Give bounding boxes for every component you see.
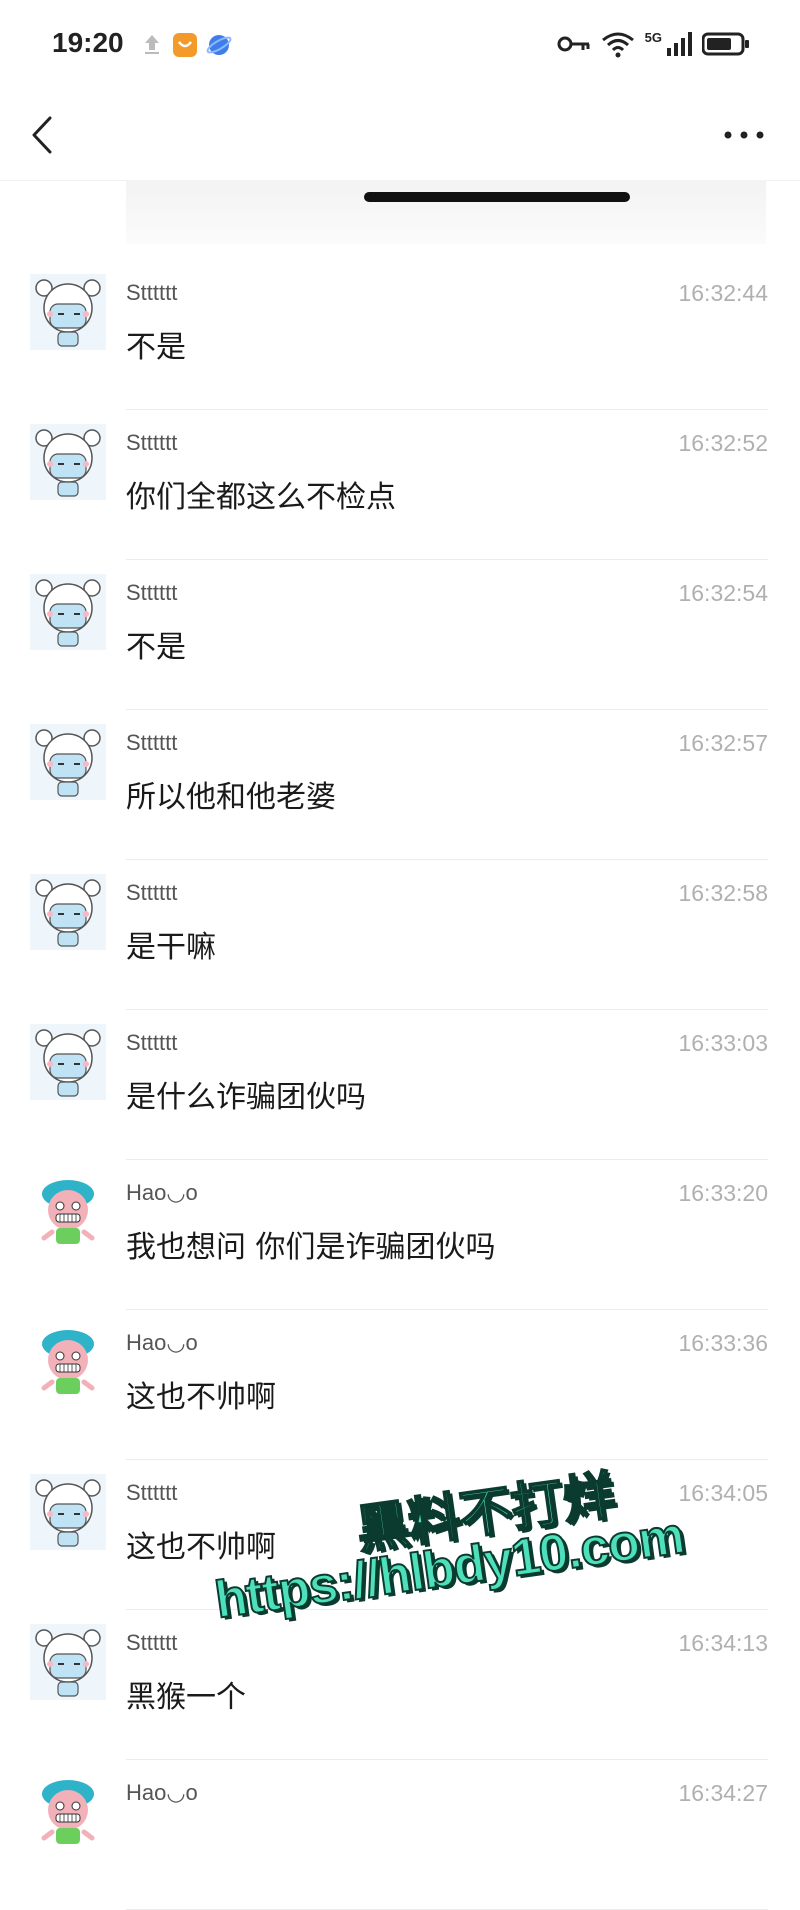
bear-avatar[interactable] [30,1474,106,1550]
bear-avatar[interactable] [30,874,106,950]
message-row[interactable]: Stttttt 16:32:52 你们全都这么不检点 [0,410,800,560]
message-row[interactable]: Hao◡o 16:33:20 我也想问 你们是诈骗团伙吗 [0,1160,800,1310]
message-time: 16:32:44 [678,280,768,306]
message-time: 16:32:57 [678,730,768,756]
message-time: 16:34:13 [678,1630,768,1656]
bear-avatar[interactable] [30,274,106,350]
message-row[interactable]: Stttttt 16:34:13 黑猴一个 [0,1610,800,1760]
network-label: 5G [644,30,662,45]
browser-icon [206,35,232,55]
sender-name: Stttttt [126,280,178,305]
message-row[interactable]: Stttttt 16:32:57 所以他和他老婆 [0,710,800,860]
bear-avatar[interactable] [30,1024,106,1100]
bear-avatar[interactable] [30,574,106,650]
message-row[interactable]: Stttttt 16:34:05 这也不帅啊 [0,1460,800,1610]
sender-name: Hao◡o [126,1330,198,1355]
battery-icon [702,32,749,56]
message-row[interactable]: Hao◡o 16:33:36 这也不帅啊 [0,1310,800,1460]
message-row[interactable]: Stttttt 16:32:44 不是 [0,260,800,410]
message-text[interactable]: 所以他和他老婆 [126,772,336,816]
app-notification-icon [173,33,197,57]
sender-name: Stttttt [126,880,178,905]
message-time: 16:33:36 [678,1330,768,1356]
message-list[interactable]: Stttttt 16:32:44 不是 Stttttt 16:32:52 你们全… [0,260,800,1910]
bear-avatar[interactable] [30,1624,106,1700]
message-time: 16:32:52 [678,430,768,456]
cartoon-avatar[interactable] [30,1774,106,1850]
bear-avatar[interactable] [30,424,106,500]
sender-name: Stttttt [126,430,178,455]
sheet-header [126,180,766,244]
key-icon [557,36,590,52]
chevron-left-icon [32,116,52,154]
sender-name: Hao◡o [126,1780,198,1805]
message-time: 16:32:54 [678,580,768,606]
message-time: 16:34:05 [678,1480,768,1506]
status-time: 19:20 [52,27,124,58]
message-time: 16:32:58 [678,880,768,906]
message-text[interactable]: 这也不帅啊 [126,1372,276,1416]
cellular-signal-icon [667,32,692,56]
message-row[interactable]: Stttttt 16:32:58 是干嘛 [0,860,800,1010]
sender-name: Hao◡o [126,1180,198,1205]
drag-handle[interactable] [364,192,630,202]
wifi-icon [601,32,634,58]
message-text[interactable]: 是干嘛 [126,922,216,966]
back-button[interactable] [24,110,64,160]
status-bar: 19:20 5G [0,0,800,90]
more-options-button[interactable] [720,120,770,150]
message-row[interactable]: Stttttt 16:32:54 不是 [0,560,800,710]
sender-name: Stttttt [126,730,178,755]
message-text[interactable]: 不是 [126,622,186,666]
message-time: 16:34:27 [678,1780,768,1806]
sender-name: Stttttt [126,1030,178,1055]
message-text[interactable]: 是什么诈骗团伙吗 [126,1072,366,1116]
sender-name: Stttttt [126,1480,178,1505]
message-time: 16:33:03 [678,1030,768,1056]
sender-name: Stttttt [126,580,178,605]
status-right-icons: 5G [557,30,750,58]
sender-name: Stttttt [126,1630,178,1655]
message-text[interactable]: 这也不帅啊 [126,1522,276,1566]
bear-avatar[interactable] [30,724,106,800]
message-row[interactable]: Hao◡o 16:34:27 [0,1760,800,1910]
message-text[interactable]: 你们全都这么不检点 [126,472,396,516]
top-nav-bar [0,90,800,181]
cartoon-avatar[interactable] [30,1174,106,1250]
message-text[interactable]: 黑猴一个 [126,1672,246,1716]
more-horizontal-icon [724,131,764,139]
status-left-icons [140,32,232,58]
cartoon-avatar[interactable] [30,1324,106,1400]
message-time: 16:33:20 [678,1180,768,1206]
message-text[interactable]: 不是 [126,322,186,366]
upload-icon [145,35,159,54]
message-text[interactable]: 我也想问 你们是诈骗团伙吗 [126,1222,496,1266]
message-row[interactable]: Stttttt 16:33:03 是什么诈骗团伙吗 [0,1010,800,1160]
